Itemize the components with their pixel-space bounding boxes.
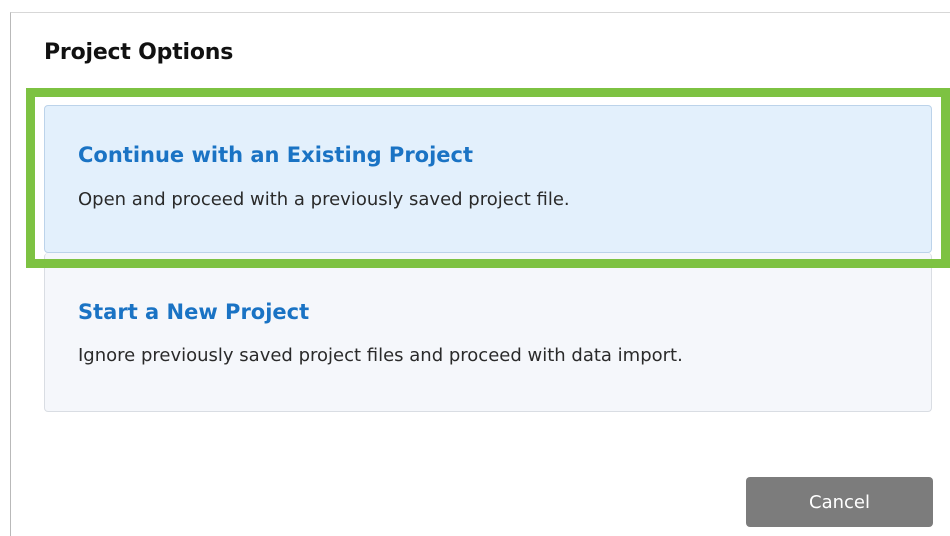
cancel-button[interactable]: Cancel bbox=[746, 477, 933, 527]
option-continue-existing-project[interactable]: Continue with an Existing Project Open a… bbox=[44, 105, 932, 253]
option-description: Ignore previously saved project files an… bbox=[78, 345, 683, 366]
option-description: Open and proceed with a previously saved… bbox=[78, 189, 570, 210]
option-start-new-project[interactable]: Start a New Project Ignore previously sa… bbox=[44, 253, 932, 412]
dialog-title: Project Options bbox=[44, 40, 234, 65]
project-options-dialog: Project Options Continue with an Existin… bbox=[10, 12, 950, 536]
option-title: Continue with an Existing Project bbox=[78, 143, 474, 167]
option-title: Start a New Project bbox=[78, 300, 310, 324]
